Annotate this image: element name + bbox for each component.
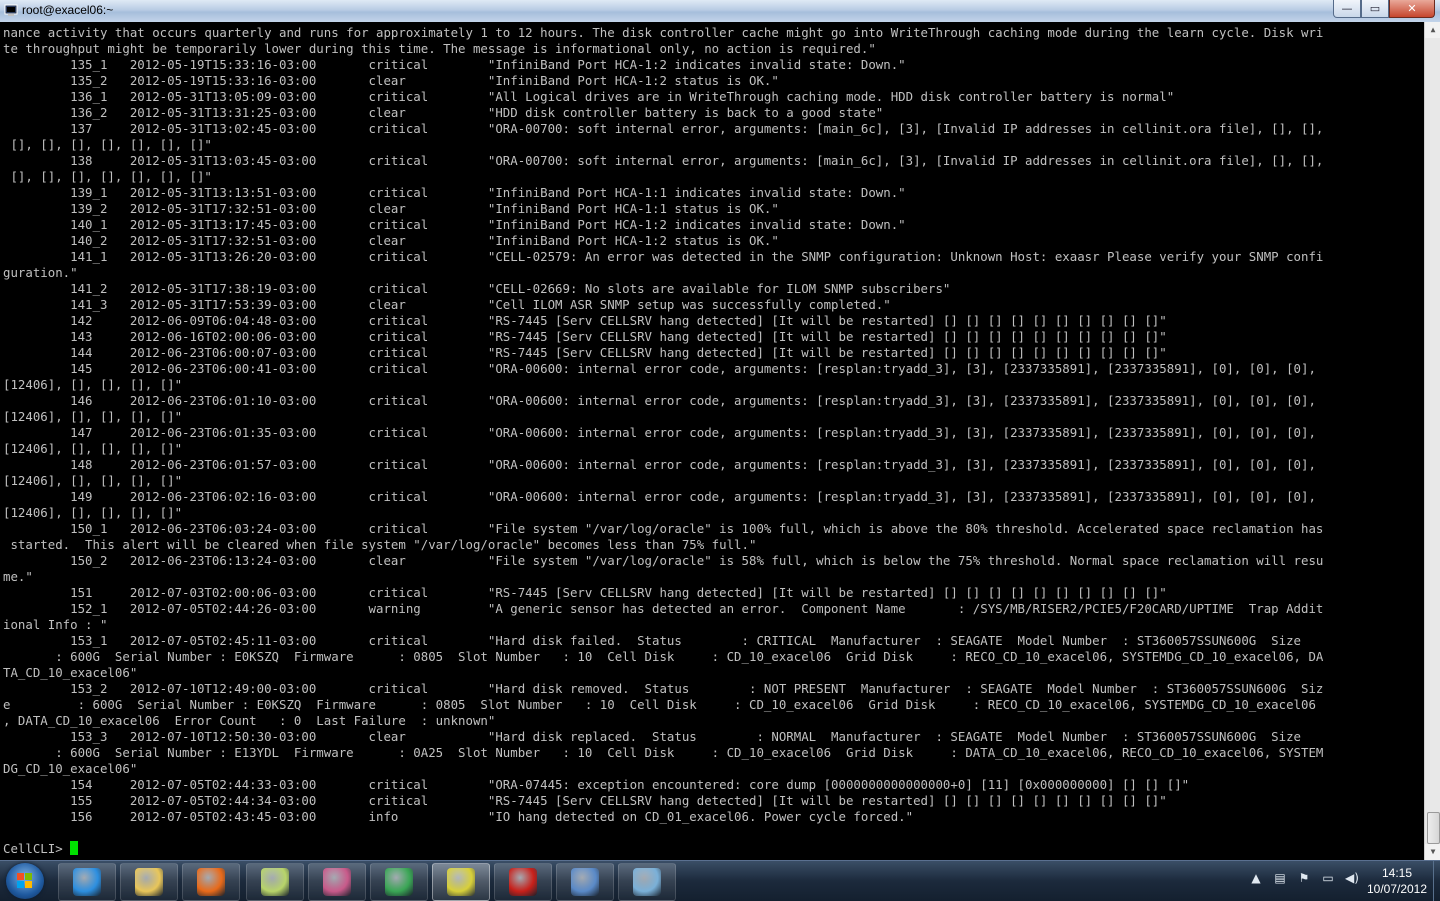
terminal-line: 153_2 2012-07-10T12:49:00-03:00 critical… bbox=[3, 681, 1324, 696]
thunderbird-icon bbox=[571, 868, 599, 896]
taskbar-button-acrobat[interactable] bbox=[494, 863, 552, 901]
system-tray: ▲ ▤ ⚑ ▭ ◀) bbox=[1248, 871, 1360, 891]
terminal-line: , DATA_CD_10_exacel06 Error Count : 0 La… bbox=[3, 713, 496, 728]
terminal-line: 136_1 2012-05-31T13:05:09-03:00 critical… bbox=[3, 89, 1175, 104]
prompt-text: CellCLI> bbox=[3, 841, 71, 856]
ie-icon bbox=[73, 868, 101, 896]
taskbar-button-thunderbird[interactable] bbox=[556, 863, 614, 901]
terminal-line: 144 2012-06-23T06:00:07-03:00 critical "… bbox=[3, 345, 1167, 360]
terminal-line: te throughput might be temporarily lower… bbox=[3, 41, 876, 56]
terminal-line: 141_2 2012-05-31T17:38:19-03:00 critical… bbox=[3, 281, 951, 296]
tray-chevron-icon[interactable]: ▲ bbox=[1248, 871, 1264, 891]
network-icon[interactable]: ▤ bbox=[1272, 871, 1288, 891]
terminal-line: started. This alert will be cleared when… bbox=[3, 537, 757, 552]
database-icon bbox=[323, 868, 351, 896]
terminal-line: 140_1 2012-05-31T13:17:45-03:00 critical… bbox=[3, 217, 906, 232]
terminal-line: [12406], [], [], [], []" bbox=[3, 505, 183, 520]
terminal-line: : 600G Serial Number : E0KSZQ Firmware :… bbox=[3, 649, 1324, 664]
terminal-line: 145 2012-06-23T06:00:41-03:00 critical "… bbox=[3, 361, 1316, 376]
terminal-line: TA_CD_10_exacel06" bbox=[3, 665, 138, 680]
terminal-line: 153_1 2012-07-05T02:45:11-03:00 critical… bbox=[3, 633, 1302, 648]
terminal-line: 142 2012-06-09T06:04:48-03:00 critical "… bbox=[3, 313, 1167, 328]
terminal-line: 135_1 2012-05-19T15:33:16-03:00 critical… bbox=[3, 57, 906, 72]
terminal-line: DG_CD_10_exacel06" bbox=[3, 761, 138, 776]
terminal-window[interactable]: nance activity that occurs quarterly and… bbox=[0, 22, 1424, 860]
terminal-line: me." bbox=[3, 569, 33, 584]
terminal-output: nance activity that occurs quarterly and… bbox=[3, 25, 1323, 825]
firefox-icon bbox=[197, 868, 225, 896]
terminal-line: 136_2 2012-05-31T13:31:25-03:00 clear "H… bbox=[3, 105, 884, 120]
window-controls: — ▭ ✕ bbox=[1333, 0, 1435, 18]
terminal-line: [], [], [], [], [], [], []" bbox=[3, 137, 212, 152]
clock-time: 14:15 bbox=[1381, 866, 1413, 880]
terminal-line: [12406], [], [], [], []" bbox=[3, 441, 183, 456]
taskbar-button-notepad[interactable] bbox=[246, 863, 304, 901]
terminal-line: 156 2012-07-05T02:43:45-03:00 info "IO h… bbox=[3, 809, 914, 824]
terminal-line: 146 2012-06-23T06:01:10-03:00 critical "… bbox=[3, 393, 1316, 408]
terminal-line: 149 2012-06-23T06:02:16-03:00 critical "… bbox=[3, 489, 1316, 504]
chrome-icon bbox=[385, 868, 413, 896]
volume-icon[interactable]: ◀) bbox=[1344, 871, 1360, 891]
terminal-line: 139_2 2012-05-31T17:32:51-03:00 clear "I… bbox=[3, 201, 779, 216]
text-cursor bbox=[70, 841, 79, 855]
terminal-line: : 600G Serial Number : E13YDL Firmware :… bbox=[3, 745, 1324, 760]
command-prompt[interactable]: CellCLI> bbox=[3, 841, 79, 857]
terminal-line: 147 2012-06-23T06:01:35-03:00 critical "… bbox=[3, 425, 1316, 440]
terminal-line: 153_3 2012-07-10T12:50:30-03:00 clear "H… bbox=[3, 729, 1302, 744]
action-center-flag-icon[interactable]: ⚑ bbox=[1296, 871, 1312, 891]
terminal-line: 151 2012-07-03T02:00:06-03:00 critical "… bbox=[3, 585, 1167, 600]
terminal-line: [], [], [], [], [], [], []" bbox=[3, 169, 212, 184]
paint-icon bbox=[633, 868, 661, 896]
terminal-line: 137 2012-05-31T13:02:45-03:00 critical "… bbox=[3, 121, 1324, 136]
terminal-line: [12406], [], [], [], []" bbox=[3, 473, 183, 488]
terminal-line: 139_1 2012-05-31T13:13:51-03:00 critical… bbox=[3, 185, 906, 200]
terminal-line: 143 2012-06-16T02:00:06-03:00 critical "… bbox=[3, 329, 1167, 344]
clock-date: 10/07/2012 bbox=[1366, 882, 1428, 896]
display-icon[interactable]: ▭ bbox=[1320, 871, 1336, 891]
terminal-line: 154 2012-07-05T02:44:33-03:00 critical "… bbox=[3, 777, 1190, 792]
terminal-line: 141_3 2012-05-31T17:53:39-03:00 clear "C… bbox=[3, 297, 891, 312]
taskbar-button-internet-explorer[interactable] bbox=[58, 863, 116, 901]
terminal-line: 150_2 2012-06-23T06:13:24-03:00 clear "F… bbox=[3, 553, 1324, 568]
terminal-line: ional Info : " bbox=[3, 617, 108, 632]
terminal-line: [12406], [], [], [], []" bbox=[3, 377, 183, 392]
terminal-line: [12406], [], [], [], []" bbox=[3, 409, 183, 424]
terminal-line: 138 2012-05-31T13:03:45-03:00 critical "… bbox=[3, 153, 1324, 168]
taskbar-button-database-tool[interactable] bbox=[308, 863, 366, 901]
taskbar-clock[interactable]: 14:15 10/07/2012 bbox=[1362, 865, 1432, 897]
window-titlebar[interactable]: root@exacel06:~ — ▭ ✕ bbox=[0, 0, 1440, 22]
vertical-scrollbar[interactable]: ▲ ▼ bbox=[1424, 22, 1440, 860]
taskbar-button-chrome[interactable] bbox=[370, 863, 428, 901]
scroll-down-arrow-icon[interactable]: ▼ bbox=[1425, 844, 1440, 860]
terminal-line: 135_2 2012-05-19T15:33:16-03:00 clear "I… bbox=[3, 73, 779, 88]
taskbar-button-paint[interactable] bbox=[618, 863, 676, 901]
scrollbar-thumb[interactable] bbox=[1427, 812, 1440, 844]
start-button[interactable] bbox=[6, 863, 44, 899]
putty-icon bbox=[447, 868, 475, 896]
terminal-line: 140_2 2012-05-31T17:32:51-03:00 clear "I… bbox=[3, 233, 779, 248]
terminal-line: guration." bbox=[3, 265, 78, 280]
taskbar-button-file-explorer[interactable] bbox=[120, 863, 178, 901]
terminal-line: e : 600G Serial Number : E0KSZQ Firmware… bbox=[3, 697, 1316, 712]
notepad-icon bbox=[261, 868, 289, 896]
minimize-button[interactable]: — bbox=[1333, 0, 1361, 18]
taskbar-button-firefox[interactable] bbox=[182, 863, 240, 901]
maximize-button[interactable]: ▭ bbox=[1361, 0, 1389, 18]
terminal-line: 155 2012-07-05T02:44:34-03:00 critical "… bbox=[3, 793, 1167, 808]
scroll-up-arrow-icon[interactable]: ▲ bbox=[1425, 22, 1440, 38]
putty-icon bbox=[4, 4, 18, 16]
acrobat-icon bbox=[509, 868, 537, 896]
terminal-line: nance activity that occurs quarterly and… bbox=[3, 25, 1324, 40]
terminal-line: 148 2012-06-23T06:01:57-03:00 critical "… bbox=[3, 457, 1316, 472]
close-button[interactable]: ✕ bbox=[1389, 0, 1435, 18]
terminal-line: 150_1 2012-06-23T06:03:24-03:00 critical… bbox=[3, 521, 1324, 536]
windows-logo-icon bbox=[17, 873, 33, 889]
terminal-line: 152_1 2012-07-05T02:44:26-03:00 warning … bbox=[3, 601, 1324, 616]
show-desktop-button[interactable] bbox=[1433, 861, 1440, 901]
window-title: root@exacel06:~ bbox=[22, 3, 114, 17]
taskbar-button-putty[interactable] bbox=[432, 863, 490, 901]
terminal-line: 141_1 2012-05-31T13:26:20-03:00 critical… bbox=[3, 249, 1324, 264]
taskbar: ▲ ▤ ⚑ ▭ ◀) 14:15 10/07/2012 bbox=[0, 860, 1440, 901]
folder-icon bbox=[135, 868, 163, 896]
